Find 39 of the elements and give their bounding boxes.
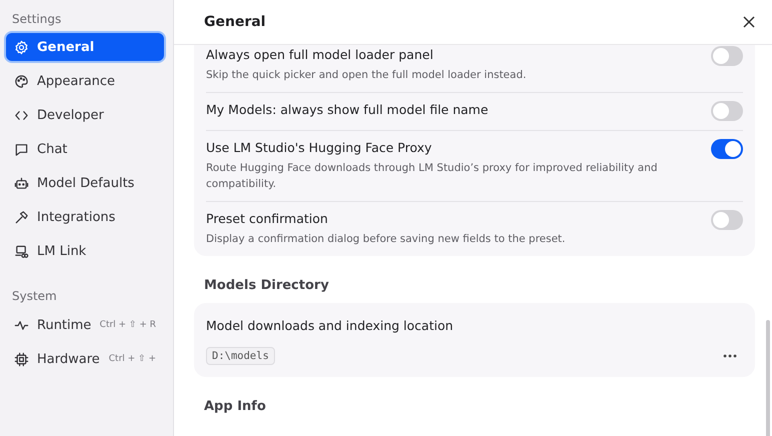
setting-title: Preset confirmation [206,210,329,228]
setting-description: Skip the quick picker and open the full model loader instead. [206,68,526,83]
close-icon[interactable] [742,15,756,29]
path-chip: D:\models [206,347,275,365]
hammer-icon [14,210,29,224]
setting-title: Use LM Studio's Hugging Face Proxy [206,139,433,157]
sidebar-item[interactable]: General [4,31,166,63]
monitor-link-icon [14,244,29,258]
chip-icon [14,352,29,366]
dialog-title: General [204,14,266,30]
toggle-switch[interactable] [711,210,743,230]
toggle-switch[interactable] [711,139,743,159]
setting-title: Always open full model loader panel [206,46,434,64]
setting-description: Display a confirmation dialog before saving new fields to the preset. [206,232,566,247]
sidebar-item[interactable]: Model Defaults [4,167,166,199]
palette-icon [14,74,29,88]
toggle-switch[interactable] [711,46,743,66]
section-heading: Models Directory [204,278,329,293]
shortcut-hint: Ctrl + ⇧ + [108,354,156,364]
sidebar-item[interactable]: Runtime Ctrl + ⇧ + R [4,309,166,341]
sidebar-item[interactable]: Developer [4,99,166,131]
setting-description: Route Hugging Face downloads through LM Studio’s proxy for improved reliability and compatibility. [206,161,658,192]
section-heading: System [11,289,58,303]
sidebar-item[interactable]: Hardware Ctrl + ⇧ + [4,343,166,375]
robot-icon [14,176,29,190]
settings-icon [14,40,29,54]
sidebar-item[interactable]: Appearance [4,65,166,97]
toggle-switch[interactable] [711,101,743,121]
section-heading: Settings [11,12,62,26]
more-options-icon[interactable] [723,354,737,358]
scrollbar[interactable] [766,320,770,436]
section-heading: App Info [204,399,266,414]
setting-title: My Models: always show full model file name [206,101,488,119]
setting-title: Model downloads and indexing location [206,317,454,335]
shortcut-hint: Ctrl + ⇧ + R [100,320,156,330]
sidebar-item[interactable]: Chat [4,133,166,165]
sidebar-item[interactable]: LM Link [4,235,166,267]
sidebar-item[interactable]: Integrations [4,201,166,233]
chat-bubble-icon [14,142,29,156]
